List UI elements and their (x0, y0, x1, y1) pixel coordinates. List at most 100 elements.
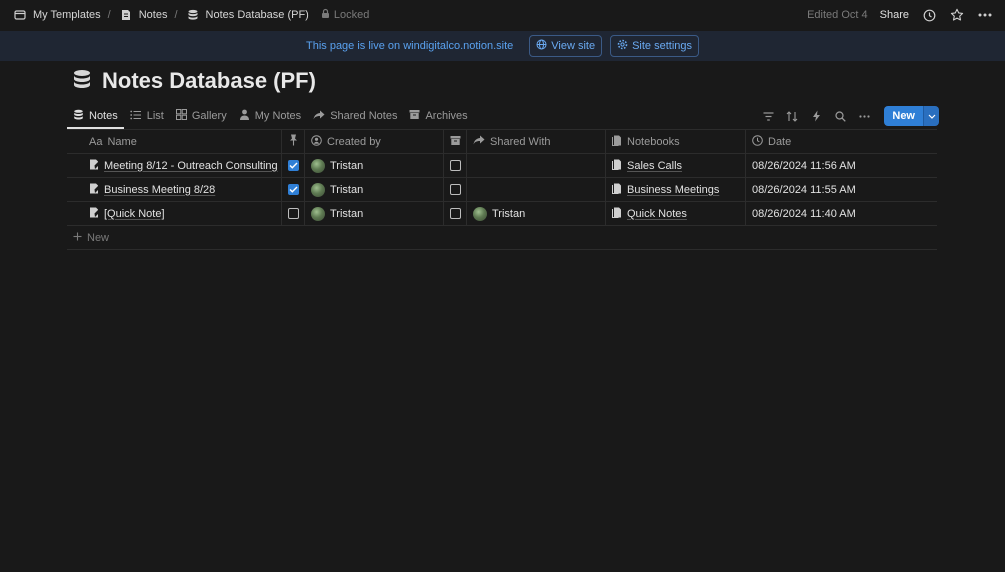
site-settings-button[interactable]: Site settings (610, 35, 700, 57)
notebook-link[interactable]: Business Meetings (627, 184, 719, 196)
tab-list[interactable]: List (124, 104, 170, 128)
note-title[interactable]: [Quick Note] (104, 208, 165, 220)
page-icon (118, 7, 134, 23)
column-header-notebooks[interactable]: Notebooks (606, 130, 746, 153)
view-site-label: View site (551, 40, 596, 52)
tab-notes[interactable]: Notes (67, 104, 124, 129)
database-icon (185, 7, 201, 23)
cell-date[interactable]: 08/26/2024 11:56 AM (746, 154, 937, 177)
filter-icon[interactable] (760, 108, 776, 124)
breadcrumb-label: My Templates (33, 9, 101, 21)
note-page-icon (89, 207, 99, 221)
cell-created-by[interactable]: Tristan (305, 178, 444, 201)
page-title[interactable]: Notes Database (PF) (102, 68, 316, 94)
cell-shared-with[interactable] (467, 178, 606, 201)
pin-icon (289, 134, 298, 149)
notebook-link[interactable]: Sales Calls (627, 160, 682, 172)
add-new-row-button[interactable]: New (67, 226, 937, 250)
database-icon (72, 69, 92, 94)
archived-checkbox[interactable] (449, 208, 461, 219)
column-header-date[interactable]: Date (746, 130, 937, 153)
cell-created-by[interactable]: Tristan (305, 154, 444, 177)
avatar (311, 206, 325, 221)
more-options-icon[interactable] (977, 7, 993, 23)
column-header-archived[interactable] (444, 130, 467, 153)
breadcrumb: My Templates / Notes / Notes Database (P… (12, 7, 369, 23)
favorite-star-icon[interactable] (949, 7, 965, 23)
archived-checkbox[interactable] (449, 160, 461, 171)
cell-notebook[interactable]: Business Meetings (606, 178, 746, 201)
date-value: 08/26/2024 11:55 AM (752, 183, 856, 196)
share-button[interactable]: Share (880, 9, 909, 21)
breadcrumb-label: Notes Database (PF) (205, 9, 309, 21)
note-title[interactable]: Business Meeting 8/28 (104, 184, 215, 196)
table-row[interactable]: [Quick Note] Tristan Tristan Quick Notes… (67, 202, 937, 226)
new-button[interactable]: New (884, 106, 923, 126)
notebook-link[interactable]: Quick Notes (627, 208, 687, 220)
cell-archived[interactable] (444, 202, 467, 225)
breadcrumb-my-templates[interactable]: My Templates (12, 7, 101, 23)
cell-name[interactable]: [Quick Note] (67, 202, 282, 225)
cell-name[interactable]: Business Meeting 8/28 (67, 178, 282, 201)
column-header-pinned[interactable] (282, 130, 305, 153)
breadcrumb-notes[interactable]: Notes (118, 7, 167, 23)
page-header: Notes Database (PF) (72, 68, 316, 94)
breadcrumb-notes-database[interactable]: Notes Database (PF) (185, 7, 309, 23)
more-options-icon[interactable] (856, 108, 872, 124)
new-dropdown-button[interactable] (923, 106, 939, 126)
person-icon (239, 109, 250, 123)
automation-lightning-icon[interactable] (808, 108, 824, 124)
column-label: Date (768, 135, 792, 148)
tab-my-notes[interactable]: My Notes (233, 104, 307, 128)
share-arrow-icon (473, 135, 485, 148)
notebook-page-icon (612, 207, 622, 221)
published-banner: This page is live on windigitalco.notion… (0, 31, 1005, 61)
workspace-icon (12, 7, 28, 23)
user-name: Tristan (330, 183, 364, 196)
cell-shared-with[interactable]: Tristan (467, 202, 606, 225)
tab-shared-notes[interactable]: Shared Notes (307, 104, 403, 128)
view-tabs-bar: Notes List Gallery My Notes Shared Notes… (67, 104, 939, 129)
table-row[interactable]: Business Meeting 8/28 Tristan Business M… (67, 178, 937, 202)
cell-created-by[interactable]: Tristan (305, 202, 444, 225)
column-header-name[interactable]: Aa Name (67, 130, 282, 153)
column-label: Name (107, 135, 137, 148)
cell-notebook[interactable]: Quick Notes (606, 202, 746, 225)
user-name: Tristan (330, 207, 364, 220)
tab-gallery[interactable]: Gallery (170, 104, 233, 128)
person-circle-icon (311, 134, 322, 149)
tab-archives[interactable]: Archives (403, 104, 473, 128)
history-icon[interactable] (921, 7, 937, 23)
text-property-icon: Aa (89, 135, 103, 148)
cell-archived[interactable] (444, 154, 467, 177)
table-row[interactable]: Meeting 8/12 - Outreach Consulting Trist… (67, 154, 937, 178)
pinned-checkbox[interactable] (287, 208, 299, 219)
locked-indicator[interactable]: Locked (321, 8, 369, 22)
tab-label: Archives (425, 110, 468, 122)
locked-label: Locked (333, 9, 370, 21)
cell-pinned[interactable] (282, 178, 305, 201)
cell-archived[interactable] (444, 178, 467, 201)
search-icon[interactable] (832, 108, 848, 124)
note-title[interactable]: Meeting 8/12 - Outreach Consulting (104, 160, 278, 172)
tab-label: Shared Notes (330, 110, 398, 122)
column-header-shared-with[interactable]: Shared With (467, 130, 606, 153)
archived-checkbox[interactable] (449, 184, 461, 195)
cell-date[interactable]: 08/26/2024 11:55 AM (746, 178, 937, 201)
cell-notebook[interactable]: Sales Calls (606, 154, 746, 177)
gear-icon (617, 39, 628, 53)
sort-icon[interactable] (784, 108, 800, 124)
chevron-down-icon (928, 110, 936, 122)
avatar (311, 158, 325, 173)
pinned-checkbox[interactable] (287, 184, 299, 195)
view-site-button[interactable]: View site (529, 35, 603, 57)
cell-date[interactable]: 08/26/2024 11:40 AM (746, 202, 937, 225)
cell-name[interactable]: Meeting 8/12 - Outreach Consulting (67, 154, 282, 177)
user-name: Tristan (492, 207, 526, 220)
cell-pinned[interactable] (282, 202, 305, 225)
column-header-created-by[interactable]: Created by (305, 130, 444, 153)
lock-icon (321, 8, 330, 22)
pinned-checkbox[interactable] (287, 160, 299, 171)
cell-pinned[interactable] (282, 154, 305, 177)
cell-shared-with[interactable] (467, 154, 606, 177)
